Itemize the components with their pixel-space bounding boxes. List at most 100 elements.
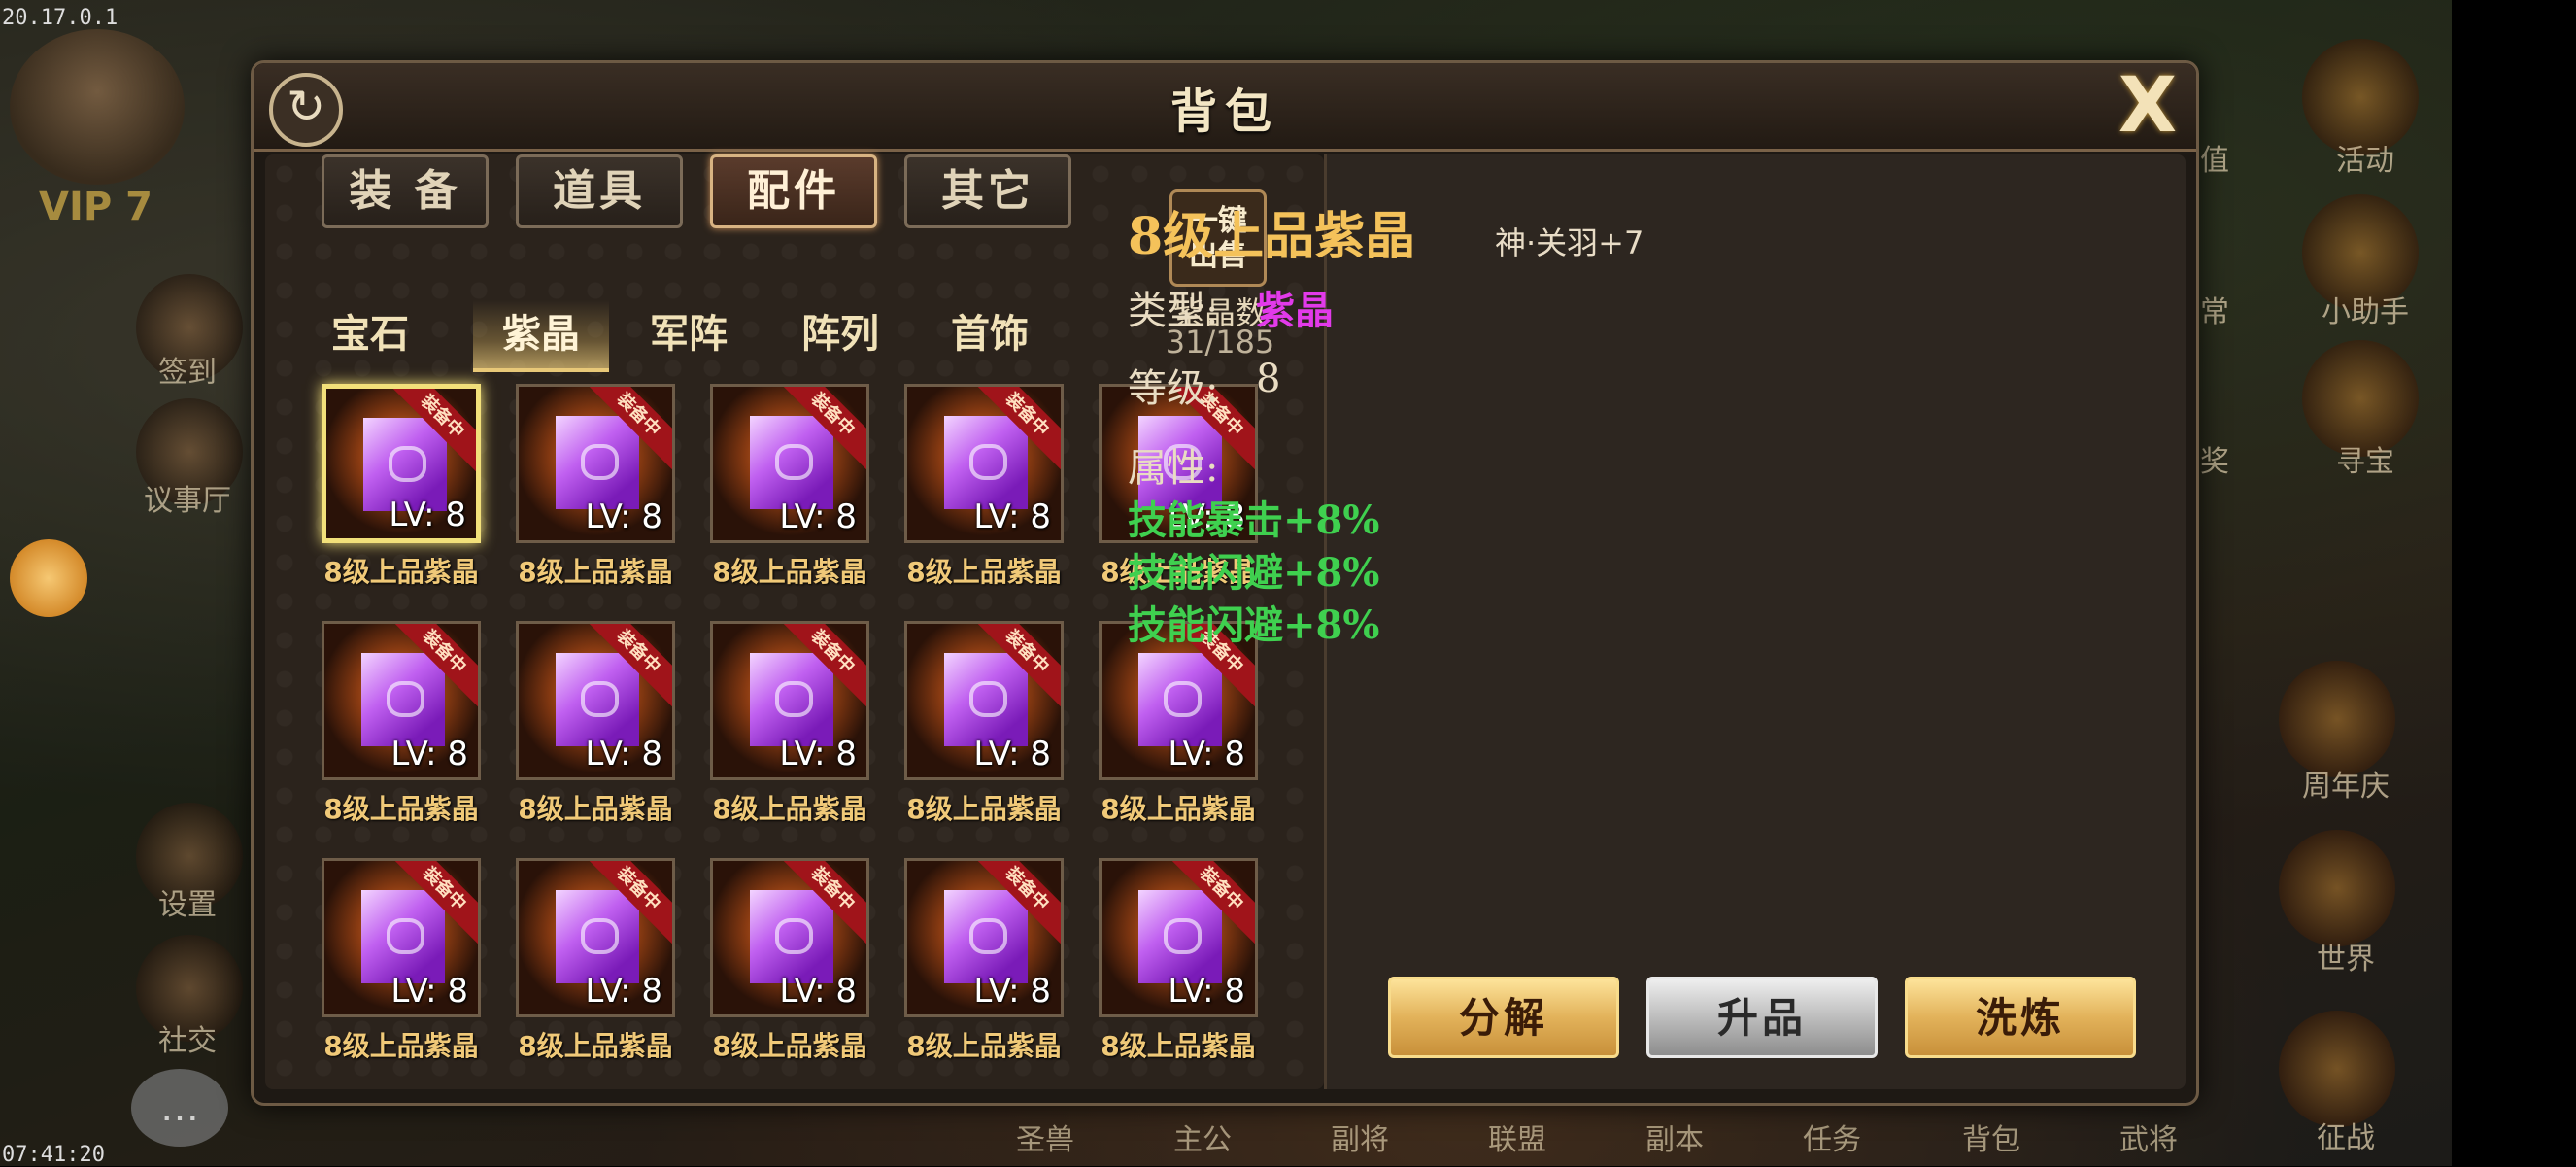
bag-panel: ↻ 背包 X 装 备 道具 配件 其它 一键 出售 紫晶数 31/185 宝石 …: [251, 60, 2199, 1106]
item-slot[interactable]: 装备中 LV: 8: [322, 384, 481, 543]
item-name: 8级上品紫晶: [1101, 793, 1256, 825]
nav-lord[interactable]: 主公: [1173, 1116, 1232, 1158]
amethyst-gem-icon: [556, 890, 639, 983]
player-avatar[interactable]: [10, 29, 185, 185]
item-level: LV: 8: [973, 498, 1051, 536]
vip-badge: VIP 7: [39, 185, 153, 229]
nav-dungeon[interactable]: 副本: [1645, 1116, 1704, 1158]
item-slot[interactable]: 装备中 LV: 8: [904, 858, 1064, 1017]
detail-level-value: 8: [1256, 357, 1281, 401]
refine-button[interactable]: 洗炼: [1905, 977, 2136, 1058]
screen-letterbox: [2452, 0, 2576, 1166]
settings-label: 设置: [158, 888, 217, 922]
subtab-gem[interactable]: 宝石: [302, 300, 438, 368]
item-level: LV: 8: [779, 735, 857, 773]
subtab-amethyst[interactable]: 紫晶: [473, 300, 609, 372]
world-dragon-icon[interactable]: [2279, 830, 2395, 946]
amethyst-gem-icon: [556, 653, 639, 746]
nav-beast[interactable]: 圣兽: [1016, 1116, 1074, 1158]
treasure-label: 寻宝: [2336, 445, 2394, 479]
item-name: 8级上品紫晶: [323, 556, 479, 588]
detail-type-label: 类型:: [1128, 289, 1219, 333]
nav-generals[interactable]: 武将: [2119, 1116, 2178, 1158]
nav-quest[interactable]: 任务: [1803, 1116, 1861, 1158]
item-name: 8级上品紫晶: [712, 556, 867, 588]
tab-other[interactable]: 其它: [904, 154, 1071, 228]
item-level: LV: 8: [390, 972, 468, 1011]
item-level: LV: 8: [585, 735, 662, 773]
world-label: 世界: [2317, 943, 2375, 977]
detail-attr-3: 技能闪避+8%: [1128, 602, 1380, 648]
amethyst-gem-icon: [361, 653, 445, 746]
amethyst-gem-icon: [750, 653, 833, 746]
amethyst-gem-icon: [750, 890, 833, 983]
item-level: LV: 8: [779, 972, 857, 1011]
activity-label: 活动: [2336, 144, 2394, 178]
detail-item-title: 8级上品紫晶: [1128, 207, 1416, 266]
decompose-button[interactable]: 分解: [1388, 977, 1619, 1058]
item-name: 8级上品紫晶: [1101, 1030, 1256, 1062]
status-clock: 07:41:20: [2, 1143, 105, 1167]
detail-attr-2: 技能闪避+8%: [1128, 550, 1380, 596]
tab-accessories[interactable]: 配件: [710, 154, 877, 228]
item-slot[interactable]: 装备中 LV: 8: [322, 621, 481, 780]
item-slot[interactable]: 装备中 LV: 8: [516, 384, 675, 543]
detail-attr-label: 属性:: [1128, 446, 1219, 491]
detail-type-value: 紫晶: [1256, 288, 1334, 333]
item-name: 8级上品紫晶: [518, 1030, 673, 1062]
panel-titlebar: ↻ 背包 X: [254, 63, 2196, 152]
item-name: 8级上品紫晶: [712, 793, 867, 825]
item-slot[interactable]: 装备中 LV: 8: [516, 858, 675, 1017]
amethyst-gem-icon: [944, 890, 1028, 983]
chat-bubble-icon[interactable]: …: [131, 1069, 228, 1147]
campaign-dragon-icon[interactable]: [2279, 1011, 2395, 1127]
item-slot[interactable]: 装备中 LV: 8: [904, 621, 1064, 780]
amethyst-gem-icon: [750, 416, 833, 509]
nav-deputy[interactable]: 副将: [1331, 1116, 1389, 1158]
item-name: 8级上品紫晶: [906, 793, 1062, 825]
amethyst-gem-icon: [944, 416, 1028, 509]
item-slot[interactable]: 装备中 LV: 8: [322, 858, 481, 1017]
item-level: LV: 8: [390, 735, 468, 773]
upgrade-grade-button[interactable]: 升品: [1646, 977, 1878, 1058]
item-slot[interactable]: 装备中 LV: 8: [1099, 858, 1258, 1017]
social-label: 社交: [158, 1024, 217, 1058]
item-name: 8级上品紫晶: [906, 556, 1062, 588]
amethyst-gem-icon: [1138, 890, 1222, 983]
council-label: 议事厅: [144, 484, 231, 518]
anniversary-icon[interactable]: [2279, 661, 2395, 777]
helper-label: 小助手: [2322, 295, 2409, 329]
amethyst-gem-icon: [1138, 653, 1222, 746]
item-level: LV: 8: [585, 972, 662, 1011]
item-slot[interactable]: 装备中 LV: 8: [710, 858, 869, 1017]
item-level: LV: 8: [779, 498, 857, 536]
item-level: LV: 8: [1168, 735, 1245, 773]
item-level: LV: 8: [585, 498, 662, 536]
anniversary-label: 周年庆: [2302, 770, 2390, 804]
nav-alliance[interactable]: 联盟: [1488, 1116, 1546, 1158]
tab-items[interactable]: 道具: [516, 154, 683, 228]
subtab-formation[interactable]: 军阵: [621, 300, 757, 368]
campaign-label: 征战: [2317, 1121, 2375, 1155]
item-slot[interactable]: 装备中 LV: 8: [904, 384, 1064, 543]
subtab-jewelry[interactable]: 首饰: [922, 300, 1058, 368]
amethyst-gem-icon: [944, 653, 1028, 746]
amethyst-gem-icon: [556, 416, 639, 509]
item-name: 8级上品紫晶: [518, 793, 673, 825]
close-icon[interactable]: X: [2111, 68, 2185, 144]
status-ip: 20.17.0.1: [2, 6, 119, 30]
item-slot[interactable]: 装备中 LV: 8: [516, 621, 675, 780]
item-level: LV: 8: [973, 735, 1051, 773]
subtab-array[interactable]: 阵列: [772, 300, 908, 368]
sign-in-label: 签到: [158, 356, 217, 390]
nav-bag[interactable]: 背包: [1962, 1116, 2020, 1158]
item-name: 8级上品紫晶: [906, 1030, 1062, 1062]
item-level: LV: 8: [973, 972, 1051, 1011]
item-level: LV: 8: [389, 496, 466, 534]
tab-equipment[interactable]: 装 备: [322, 154, 489, 228]
detail-pane: [1324, 154, 2186, 1089]
item-name: 8级上品紫晶: [323, 793, 479, 825]
item-slot[interactable]: 装备中 LV: 8: [710, 384, 869, 543]
item-slot[interactable]: 装备中 LV: 8: [710, 621, 869, 780]
cat-mascot-icon[interactable]: [10, 539, 87, 617]
